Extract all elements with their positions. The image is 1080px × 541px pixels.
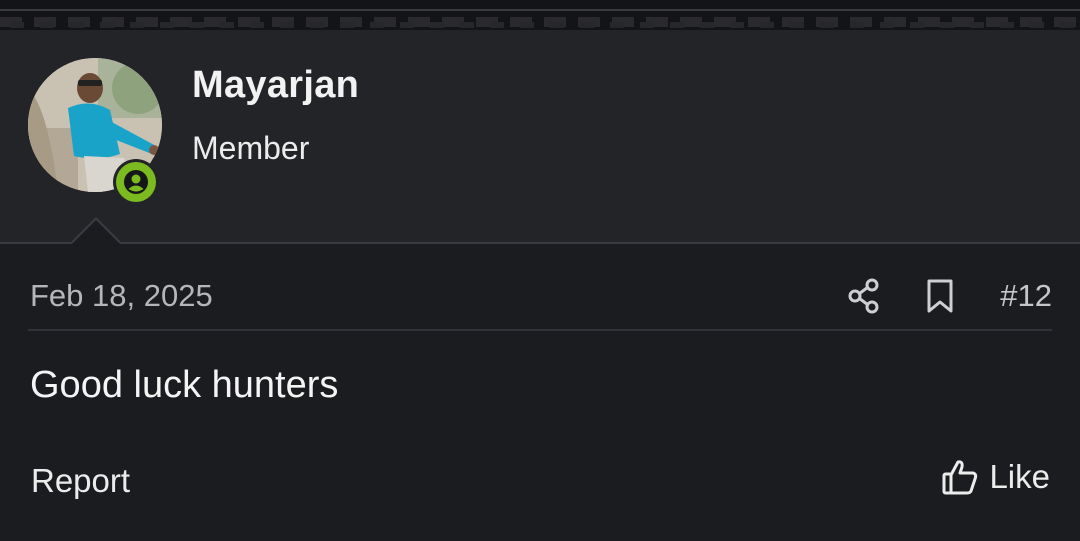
thumbs-up-icon	[942, 460, 978, 495]
user-role: Member	[192, 130, 310, 166]
share-icon	[848, 278, 879, 314]
post-page: Mayarjan Member Feb 18, 2025 #12 Good lu…	[0, 0, 1080, 541]
bookmark-button[interactable]	[920, 274, 960, 318]
share-button[interactable]	[844, 274, 884, 318]
username-link[interactable]: Mayarjan	[192, 64, 359, 107]
report-button[interactable]: Report	[31, 462, 130, 500]
post-user-header: Mayarjan Member	[0, 30, 1080, 244]
bookmark-icon	[927, 279, 953, 313]
post-body-text: Good luck hunters	[30, 364, 339, 406]
like-button[interactable]: Like	[941, 458, 1050, 496]
top-divider-strip	[0, 0, 1080, 30]
like-label: Like	[989, 458, 1050, 495]
online-status-badge	[113, 159, 159, 205]
header-pointer-fill	[72, 220, 120, 244]
meta-divider	[28, 329, 1052, 331]
post-number-link[interactable]: #12	[1000, 278, 1052, 314]
divider-line	[0, 9, 1080, 11]
post-meta-actions: #12	[844, 272, 1052, 320]
decorative-dashes	[10, 22, 1080, 28]
post-date-link[interactable]: Feb 18, 2025	[30, 278, 213, 314]
user-status-icon	[116, 162, 156, 202]
